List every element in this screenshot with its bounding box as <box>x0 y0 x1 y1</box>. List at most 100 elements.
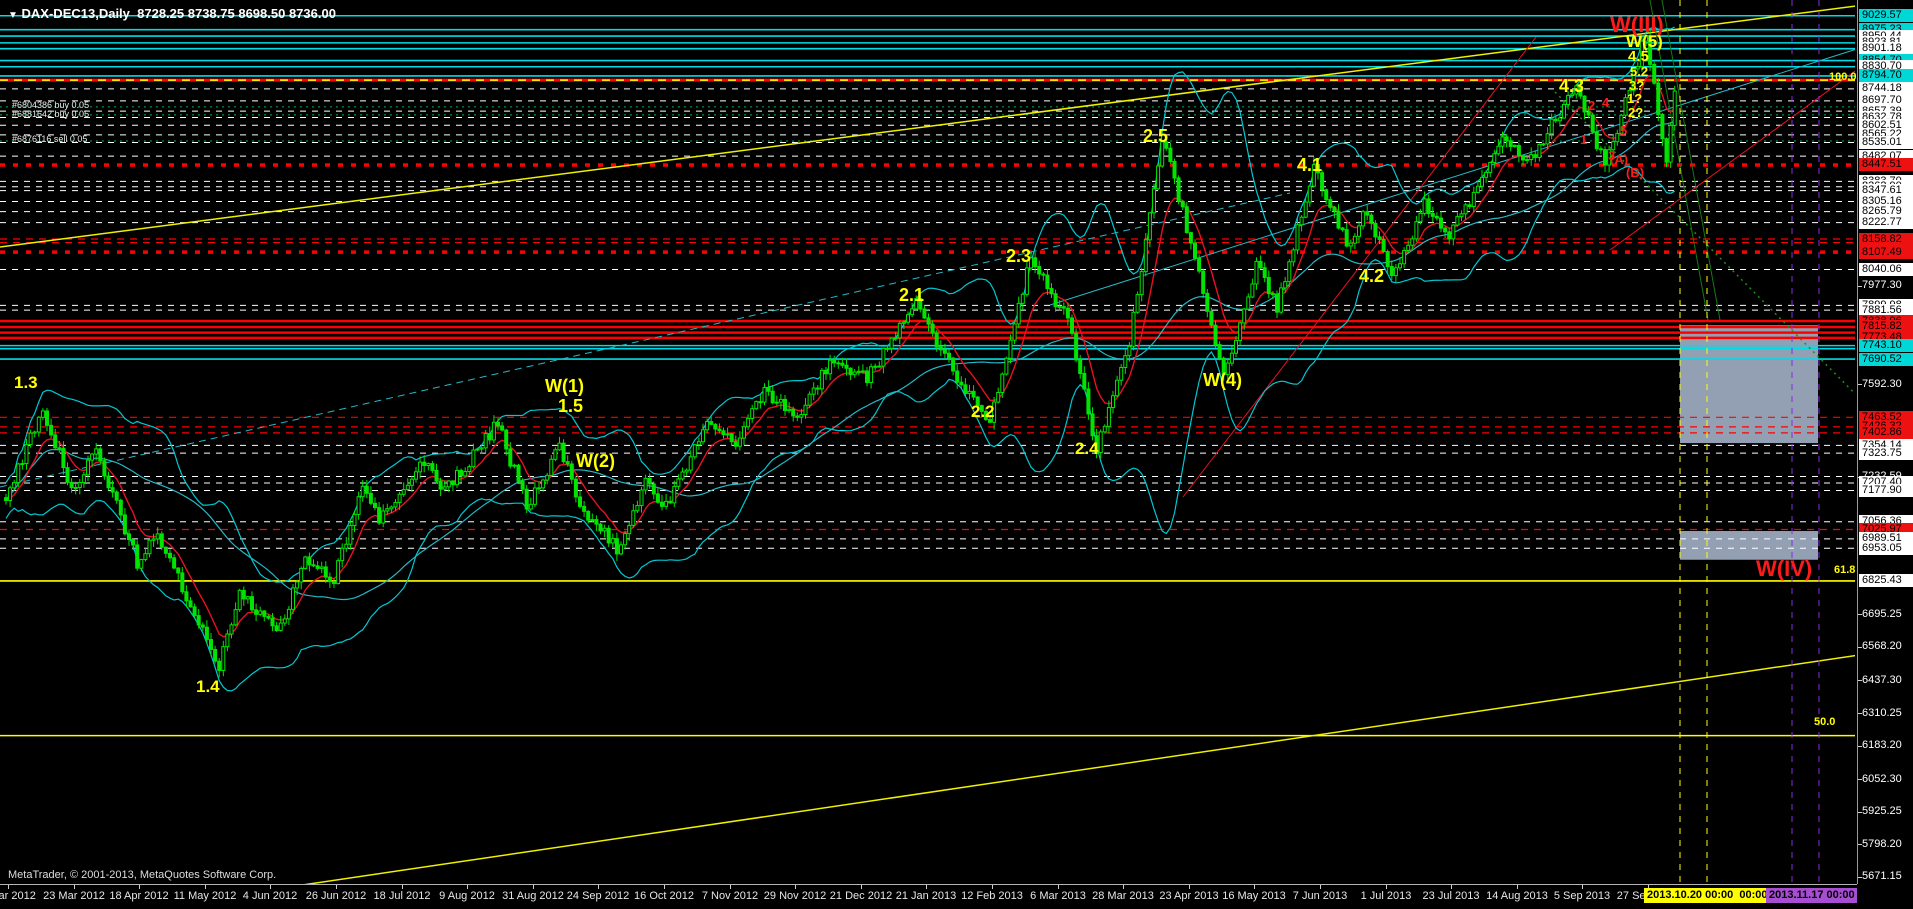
date-label: 26 Jun 2012 <box>306 890 367 902</box>
fib-level-label: 50.0 <box>1814 716 1835 728</box>
mt4-chart-window: ▼ DAX-DEC13,Daily 8728.25 8738.75 8698.5… <box>0 0 1913 909</box>
price-tag: 5798.20 <box>1859 838 1913 851</box>
price-tag: 8158.82 <box>1859 233 1913 246</box>
price-tag: 6052.30 <box>1859 773 1913 786</box>
chart-title: ▼ DAX-DEC13,Daily 8728.25 8738.75 8698.5… <box>8 6 336 21</box>
date-label: 12 Feb 2013 <box>961 890 1023 902</box>
date-tick <box>598 885 599 889</box>
date-label: 29 Nov 2012 <box>764 890 826 902</box>
wave-label-43: 4.3 <box>1559 77 1584 95</box>
date-tick <box>1386 885 1387 889</box>
price-tag: 6310.25 <box>1859 707 1913 720</box>
date-label: 7 Nov 2012 <box>702 890 758 902</box>
date-tick <box>1123 885 1124 889</box>
date-label: 5 Sep 2013 <box>1554 890 1610 902</box>
wave-label-b: (B) <box>1626 166 1644 179</box>
wave-label-45: 4.5 <box>1628 49 1649 64</box>
date-label: 16 May 2013 <box>1222 890 1286 902</box>
fib-level-label: 61.8 <box>1834 564 1855 576</box>
price-tag: 9029.57 <box>1859 9 1913 22</box>
wave-label-22: 2.2 <box>971 403 995 420</box>
price-tag: 8794.70 <box>1859 69 1913 82</box>
wave-label-25: 2.5 <box>1143 127 1168 145</box>
wave-label-2: 2? <box>1628 106 1643 119</box>
date-label: 18 Jul 2012 <box>374 890 431 902</box>
price-tag: 7177.90 <box>1859 484 1913 497</box>
fib-level-label: 100.0 <box>1829 71 1857 83</box>
date-label: 1 Mar 2012 <box>0 890 36 902</box>
price-tag: 8040.06 <box>1859 263 1913 276</box>
wave-label-24: 2.4 <box>1075 440 1099 457</box>
time-axis[interactable]: 1 Mar 2012 23 Mar 2012 18 Apr 2012 11 May 2… <box>0 884 1913 909</box>
date-label: 6 Mar 2013 <box>1030 890 1086 902</box>
date-tick <box>205 885 206 889</box>
date-label: 9 Aug 2012 <box>439 890 495 902</box>
wave-label-23: 2.3 <box>1006 247 1031 265</box>
date-label: 1 Jul 2013 <box>1361 890 1412 902</box>
price-tag: 7690.52 <box>1859 353 1913 366</box>
axis-corner <box>1857 884 1913 909</box>
date-tick <box>533 885 534 889</box>
date-label: 21 Dec 2012 <box>830 890 892 902</box>
wave-label-41: 4.1 <box>1297 156 1322 174</box>
price-tag: 6437.30 <box>1859 674 1913 687</box>
date-tick <box>336 885 337 889</box>
price-tag: 6568.20 <box>1859 640 1913 653</box>
date-tick <box>1254 885 1255 889</box>
symbol-period-label: DAX-DEC13,Daily <box>22 6 130 21</box>
wave-label-1: 1 <box>1580 133 1587 146</box>
wave-label-w4: W(4) <box>1203 371 1242 389</box>
date-tick <box>74 885 75 889</box>
date-label: 21 Jan 2013 <box>896 890 957 902</box>
price-axis[interactable]: 9029.578975.238950.448923.818901.188854.… <box>1857 0 1913 884</box>
date-tick <box>1320 885 1321 889</box>
date-label: 14 Aug 2013 <box>1486 890 1548 902</box>
wave-label-14: 1.4 <box>196 678 220 695</box>
date-tick <box>270 885 271 889</box>
copyright-note: MetaTrader, © 2001-2013, MetaQuotes Soft… <box>8 869 276 881</box>
date-label: 11 May 2012 <box>174 890 237 902</box>
price-tag: 5925.25 <box>1859 805 1913 818</box>
date-tick <box>1582 885 1583 889</box>
date-tick <box>402 885 403 889</box>
date-label: 18 Apr 2012 <box>109 890 168 902</box>
wave-label-5: 5 <box>1620 124 1627 137</box>
price-tag: 6695.25 <box>1859 608 1913 621</box>
date-tick <box>730 885 731 889</box>
wave-label-52: 5.2 <box>1630 65 1648 78</box>
price-tag: 8222.77 <box>1859 216 1913 229</box>
price-tag: 8447.51 <box>1859 158 1913 171</box>
wave-label-2: 2 <box>1588 99 1595 112</box>
date-label: 16 Oct 2012 <box>634 890 694 902</box>
date-tick <box>992 885 993 889</box>
date-tick <box>139 885 140 889</box>
date-tick <box>926 885 927 889</box>
wave-label-w1: W(1) <box>545 377 584 395</box>
date-tick <box>8 885 9 889</box>
price-tag: 7743.10 <box>1859 339 1913 352</box>
wave-label-4: 4 <box>1602 96 1609 109</box>
wave-label-15: 1.5 <box>558 397 583 415</box>
date-label: 4 Jun 2012 <box>243 890 297 902</box>
ohlc-values: 8728.25 8738.75 8698.50 8736.00 <box>137 6 336 21</box>
collapse-triangle-icon[interactable]: ▼ <box>8 10 18 21</box>
date-label: 31 Aug 2012 <box>502 890 564 902</box>
date-tick <box>1517 885 1518 889</box>
vline-date-tag-yellow: 2013.10.20 00:00 00:00 <box>1644 888 1771 903</box>
price-tag: 8107.49 <box>1859 246 1913 259</box>
price-tag: 6953.05 <box>1859 542 1913 555</box>
price-tag: 7402.86 <box>1859 426 1913 439</box>
price-tag: 8535.01 <box>1859 136 1913 149</box>
date-label: 23 Jul 2013 <box>1423 890 1480 902</box>
wave-label-wiv: W(IV) <box>1756 558 1812 580</box>
date-label: 23 Apr 2013 <box>1159 890 1218 902</box>
date-label: 23 Mar 2012 <box>43 890 105 902</box>
price-tag: 7323.75 <box>1859 447 1913 460</box>
wave-label-1: 1? <box>1627 92 1642 105</box>
date-tick <box>1189 885 1190 889</box>
projection-zone <box>1680 325 1818 443</box>
date-tick <box>1451 885 1452 889</box>
date-label: 24 Sep 2012 <box>567 890 629 902</box>
date-tick <box>795 885 796 889</box>
price-tag: 5671.15 <box>1859 870 1913 883</box>
